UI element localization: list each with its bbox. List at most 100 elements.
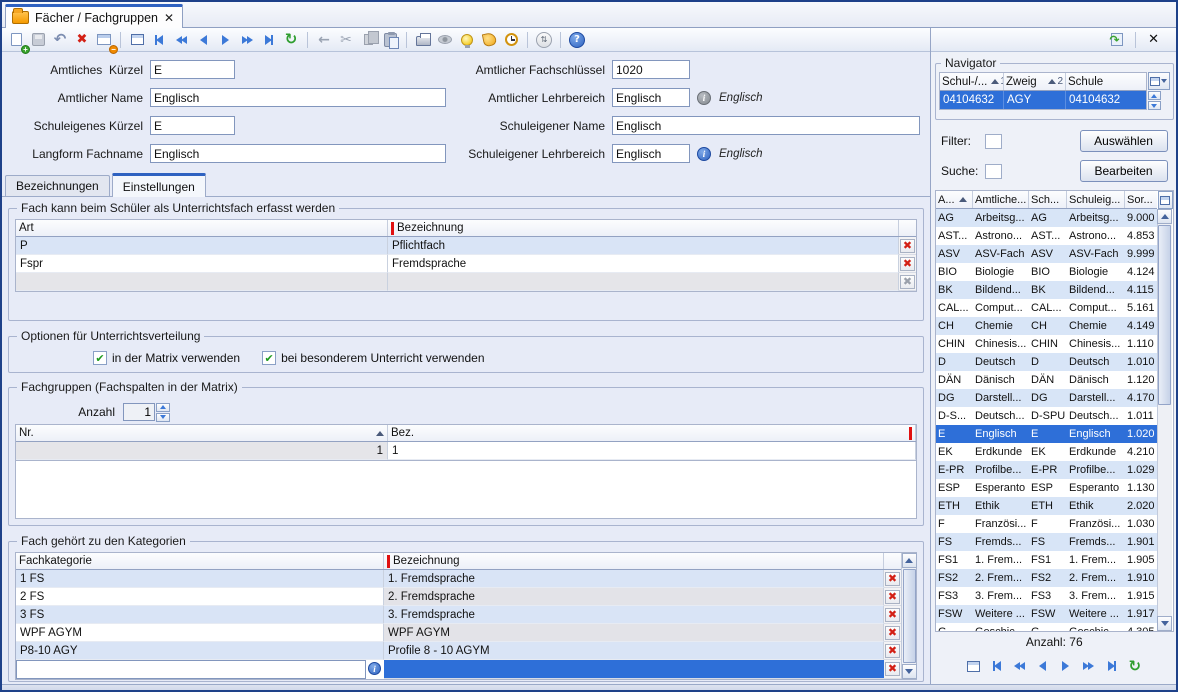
info-icon[interactable]: i — [368, 662, 381, 675]
refresh-icon[interactable]: ↻ — [1125, 656, 1145, 676]
delete-row-icon[interactable]: ✖ — [900, 257, 915, 271]
col-art[interactable]: Art — [16, 220, 388, 236]
schuleigener-name-field[interactable] — [612, 116, 920, 135]
kategorie-row[interactable]: 1 FS 1. Fremdsprache ✖ — [16, 570, 901, 588]
data-table-icon[interactable] — [964, 656, 984, 676]
col-bezeichnung[interactable]: Bezeichnung — [388, 220, 899, 236]
undo-icon[interactable]: ↶ — [50, 30, 70, 50]
nav-first-icon[interactable] — [987, 656, 1007, 676]
horn-icon[interactable] — [479, 30, 499, 50]
subject-row[interactable]: EK Erdkunde EK Erdkunde 4.210 — [936, 443, 1157, 461]
schuleigener-lehrbereich-field[interactable] — [612, 144, 690, 163]
col-schule[interactable]: Schule — [1066, 73, 1146, 90]
subject-row[interactable]: F Französi... F Französi... 1.030 — [936, 515, 1157, 533]
alarm-clock-icon[interactable] — [501, 30, 521, 50]
subject-row[interactable]: ETH Ethik ETH Ethik 2.020 — [936, 497, 1157, 515]
delete-row-icon[interactable]: ✖ — [885, 626, 900, 640]
delete-row-icon[interactable]: ✖ — [885, 644, 900, 658]
subject-row[interactable]: FS3 3. Frem... FS3 3. Frem... 1.915 — [936, 587, 1157, 605]
delete-row-icon[interactable]: ✖ — [885, 662, 900, 676]
checkbox-besonderer-unterricht[interactable]: ✔ bei besonderem Unterricht verwenden — [262, 351, 484, 365]
suche-checkbox[interactable] — [985, 164, 1002, 179]
swap-panel-icon[interactable] — [1107, 30, 1127, 50]
delete-icon[interactable]: ✖ — [72, 30, 92, 50]
col-zweig[interactable]: Zweig2 — [1004, 73, 1066, 90]
scroll-thumb[interactable] — [1158, 225, 1171, 405]
subject-row[interactable]: CH Chemie CH Chemie 4.149 — [936, 317, 1157, 335]
subject-row[interactable]: AG Arbeitsg... AG Arbeitsg... 9.000 — [936, 209, 1157, 227]
nav-fast-prev-icon[interactable] — [171, 30, 191, 50]
parameters-icon[interactable]: ⇅ — [534, 30, 554, 50]
subject-row[interactable]: DÄN Dänisch DÄN Dänisch 1.120 — [936, 371, 1157, 389]
row-scroll-up-icon[interactable] — [1148, 91, 1161, 100]
delete-row-icon[interactable]: ✖ — [885, 572, 900, 586]
tab-bezeichnungen[interactable]: Bezeichnungen — [5, 175, 110, 196]
nav-last-icon[interactable] — [259, 30, 279, 50]
nav-last-icon[interactable] — [1102, 656, 1122, 676]
subject-row[interactable]: E-PR Profilbe... E-PR Profilbe... 1.029 — [936, 461, 1157, 479]
spinner-down-icon[interactable] — [156, 413, 170, 422]
checkbox-matrix-verwenden[interactable]: ✔ in der Matrix verwenden — [93, 351, 240, 365]
row-scroll-down-icon[interactable] — [1148, 101, 1161, 110]
nav-fast-next-icon[interactable] — [1079, 656, 1099, 676]
subject-row[interactable]: D-S... Deutsch... D-SPU Deutsch... 1.011 — [936, 407, 1157, 425]
amtliches-kuerzel-field[interactable] — [150, 60, 235, 79]
delete-row-icon[interactable]: ✖ — [885, 608, 900, 622]
col-sortierung[interactable]: Sor... — [1125, 191, 1157, 208]
doc-tab-close-icon[interactable]: ✕ — [164, 12, 174, 24]
nav-fast-prev-icon[interactable] — [1010, 656, 1030, 676]
subject-row[interactable]: CHIN Chinesis... CHIN Chinesis... 1.110 — [936, 335, 1157, 353]
subjects-scrollbar[interactable] — [1157, 209, 1172, 631]
scroll-up-icon[interactable] — [1157, 209, 1172, 224]
paste-icon[interactable] — [380, 30, 400, 50]
subject-row[interactable]: BK Bildend... BK Bildend... 4.115 — [936, 281, 1157, 299]
kategorie-row[interactable]: P8-10 AGY Profile 8 - 10 AGYM ✖ — [16, 642, 901, 660]
subject-row[interactable]: FS Fremds... FS Fremds... 1.901 — [936, 533, 1157, 551]
cut-icon[interactable]: ✂ — [336, 30, 356, 50]
nav-fast-next-icon[interactable] — [237, 30, 257, 50]
bearbeiten-button[interactable]: Bearbeiten — [1080, 160, 1168, 182]
scroll-up-icon[interactable] — [902, 553, 917, 568]
panel-close-icon[interactable]: ✕ — [1144, 30, 1164, 50]
nav-first-icon[interactable] — [149, 30, 169, 50]
subject-row[interactable]: BIO Biologie BIO Biologie 4.124 — [936, 263, 1157, 281]
col-fachkategorie[interactable]: Fachkategorie — [16, 553, 384, 569]
col-amtliche-bez[interactable]: Amtliche... — [973, 191, 1029, 208]
kategorie-row[interactable]: 3 FS 3. Fremdsprache ✖ — [16, 606, 901, 624]
kategorien-scrollbar[interactable] — [901, 553, 916, 679]
save-icon[interactable] — [28, 30, 48, 50]
copy-icon[interactable] — [358, 30, 378, 50]
record-remove-icon[interactable]: − — [94, 30, 114, 50]
nav-next-icon[interactable] — [1056, 656, 1076, 676]
data-table-icon[interactable] — [127, 30, 147, 50]
unterrichtsfach-row[interactable]: Fspr Fremdsprache ✖ — [16, 255, 916, 273]
field-chooser-icon[interactable] — [1148, 72, 1170, 90]
amtlicher-fachschluessel-field[interactable] — [612, 60, 690, 79]
new-record-icon[interactable]: + — [6, 30, 26, 50]
subject-row[interactable]: DG Darstell... DG Darstell... 4.170 — [936, 389, 1157, 407]
kategorie-edit-field[interactable] — [16, 660, 366, 679]
subject-row[interactable]: FS1 1. Frem... FS1 1. Frem... 1.905 — [936, 551, 1157, 569]
print-icon[interactable] — [413, 30, 433, 50]
amtlicher-name-field[interactable] — [150, 88, 446, 107]
help-icon[interactable]: ? — [567, 30, 587, 50]
subject-row[interactable]: FSW Weitere ... FSW Weitere ... 1.917 — [936, 605, 1157, 623]
delete-row-icon[interactable]: ✖ — [885, 590, 900, 604]
scroll-thumb[interactable] — [903, 569, 916, 663]
field-chooser-icon[interactable] — [1158, 191, 1173, 209]
col-nr[interactable]: Nr. — [16, 425, 388, 441]
langform-fachname-field[interactable] — [150, 144, 446, 163]
unterrichtsfach-empty-row[interactable]: ✖ — [16, 273, 916, 291]
disc-icon[interactable] — [435, 30, 455, 50]
scroll-down-icon[interactable] — [902, 664, 917, 679]
subject-row[interactable]: D Deutsch D Deutsch 1.010 — [936, 353, 1157, 371]
col-schuleigenes-kuerzel[interactable]: Sch... — [1029, 191, 1067, 208]
lightbulb-icon[interactable] — [457, 30, 477, 50]
col-kuerzel[interactable]: A... — [936, 191, 973, 208]
col-bezeichnung[interactable]: Bezeichnung — [384, 553, 884, 569]
amtlicher-lehrbereich-field[interactable] — [612, 88, 690, 107]
subject-row[interactable]: AST... Astrono... AST... Astrono... 4.85… — [936, 227, 1157, 245]
nav-prev-icon[interactable] — [1033, 656, 1053, 676]
subject-row[interactable]: FS2 2. Frem... FS2 2. Frem... 1.910 — [936, 569, 1157, 587]
subject-row[interactable]: CAL... Comput... CAL... Comput... 5.161 — [936, 299, 1157, 317]
